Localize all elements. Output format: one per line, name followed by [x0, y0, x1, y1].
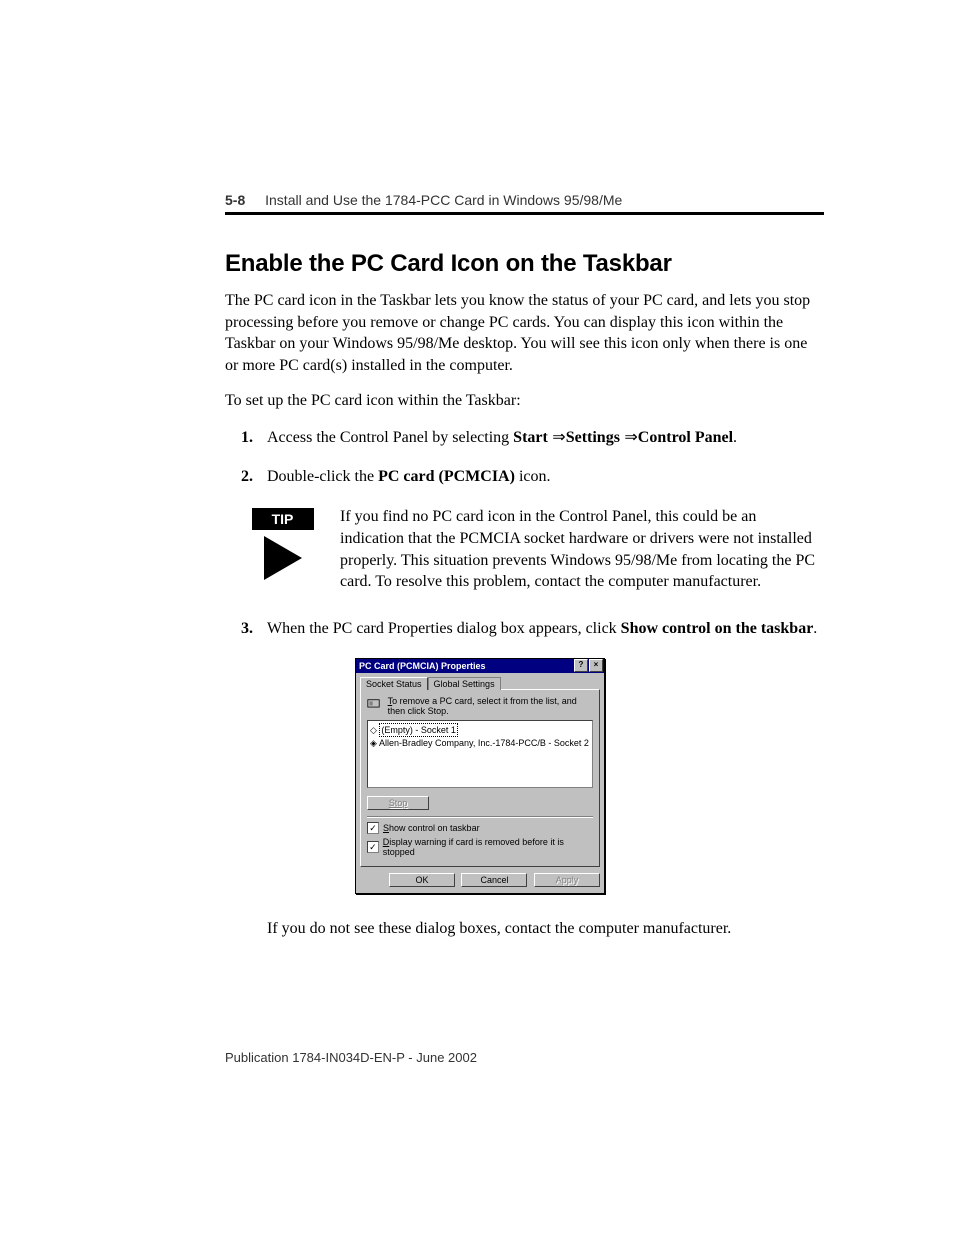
stop-button[interactable]: Stop: [367, 796, 429, 810]
dialog-hint: To remove a PC card, select it from the …: [367, 696, 593, 716]
checkbox-icon: ✓: [367, 841, 379, 853]
checkbox-show-control[interactable]: ✓ Show control on taskbar: [367, 822, 593, 834]
dialog-buttons: OK Cancel Apply: [356, 871, 604, 893]
page-number: 5-8: [225, 192, 245, 208]
step-2-post: icon.: [515, 468, 551, 485]
arrow-icon: ⇒: [620, 429, 638, 446]
step-number: 2.: [241, 465, 253, 488]
document-page: 5-8 Install and Use the 1784-PCC Card in…: [0, 0, 954, 1235]
pcmcia-properties-dialog: PC Card (PCMCIA) Properties ? × Socket S…: [355, 658, 605, 894]
list-item[interactable]: ◇ (Empty) - Socket 1: [370, 723, 590, 737]
header-rule: [225, 212, 824, 215]
post-dialog-note: If you do not see these dialog boxes, co…: [267, 920, 824, 938]
dialog-figure: PC Card (PCMCIA) Properties ? × Socket S…: [355, 658, 824, 894]
running-header: 5-8 Install and Use the 1784-PCC Card in…: [225, 192, 824, 208]
step-3-text: When the PC card Properties dialog box a…: [267, 620, 621, 637]
checkbox-display-warning[interactable]: ✓ Display warning if card is removed bef…: [367, 837, 593, 857]
hint-text: o remove a PC card, select it from the l…: [388, 696, 577, 716]
apply-button[interactable]: Apply: [534, 873, 600, 887]
tip-badge: TIP: [252, 508, 314, 530]
tip-text: If you find no PC card icon in the Contr…: [340, 506, 824, 592]
list-item-label: Allen-Bradley Company, Inc.-1784-PCC/B -…: [379, 738, 589, 748]
apply-label: Apply: [556, 875, 579, 885]
ui-settings: Settings: [566, 429, 620, 446]
close-button[interactable]: ×: [589, 659, 603, 672]
ui-control-panel: Control Panel: [638, 429, 733, 446]
publication-footer: Publication 1784-IN034D-EN-P - June 2002: [225, 1050, 477, 1065]
step-2-text: Double-click the: [267, 468, 378, 485]
stop-label: Stop: [389, 798, 408, 808]
page-content: Enable the PC Card Icon on the Taskbar T…: [225, 250, 824, 938]
step-1-text: Access the Control Panel by selecting: [267, 429, 513, 446]
step-list-cont: 3. When the PC card Properties dialog bo…: [225, 617, 824, 640]
tip-arrow-icon: [264, 536, 302, 580]
arrow-icon: ⇒: [548, 429, 566, 446]
ok-button[interactable]: OK: [389, 873, 455, 887]
chapter-title: Install and Use the 1784-PCC Card in Win…: [265, 192, 622, 208]
pccard-icon: [367, 696, 382, 710]
tip-badge-column: TIP: [225, 506, 340, 592]
section-heading: Enable the PC Card Icon on the Taskbar: [225, 250, 824, 278]
checkbox-label: how control on taskbar: [389, 823, 480, 833]
period: .: [733, 429, 737, 446]
list-item-label: (Empty) - Socket 1: [379, 723, 458, 737]
step-number: 3.: [241, 617, 253, 640]
step-3-post: .: [813, 620, 817, 637]
step-list: 1. Access the Control Panel by selecting…: [225, 426, 824, 488]
tip-block: TIP If you find no PC card icon in the C…: [225, 506, 824, 592]
tab-global-settings[interactable]: Global Settings: [428, 677, 501, 690]
step-number: 1.: [241, 426, 253, 449]
dialog-titlebar: PC Card (PCMCIA) Properties ? ×: [356, 659, 604, 673]
lead-in-paragraph: To set up the PC card icon within the Ta…: [225, 390, 824, 412]
list-item[interactable]: ◈ Allen-Bradley Company, Inc.-1784-PCC/B…: [370, 737, 590, 749]
step-1: 1. Access the Control Panel by selecting…: [225, 426, 824, 449]
dialog-tabs: Socket StatusGlobal Settings: [356, 673, 604, 689]
tab-panel: To remove a PC card, select it from the …: [360, 689, 600, 867]
checkbox-icon: ✓: [367, 822, 379, 834]
cancel-button[interactable]: Cancel: [461, 873, 527, 887]
intro-paragraph: The PC card icon in the Taskbar lets you…: [225, 290, 824, 376]
divider: [367, 816, 593, 818]
ui-pccard: PC card (PCMCIA): [378, 468, 515, 485]
help-button[interactable]: ?: [574, 659, 588, 672]
socket-listbox[interactable]: ◇ (Empty) - Socket 1 ◈ Allen-Bradley Com…: [367, 720, 593, 788]
step-3: 3. When the PC card Properties dialog bo…: [225, 617, 824, 640]
dialog-title: PC Card (PCMCIA) Properties: [359, 661, 486, 671]
checkbox-label: isplay warning if card is removed before…: [383, 837, 564, 857]
ui-show-control: Show control on the taskbar: [621, 620, 814, 637]
ui-start: Start: [513, 429, 548, 446]
step-2: 2. Double-click the PC card (PCMCIA) ico…: [225, 465, 824, 488]
tab-socket-status[interactable]: Socket Status: [360, 677, 428, 690]
